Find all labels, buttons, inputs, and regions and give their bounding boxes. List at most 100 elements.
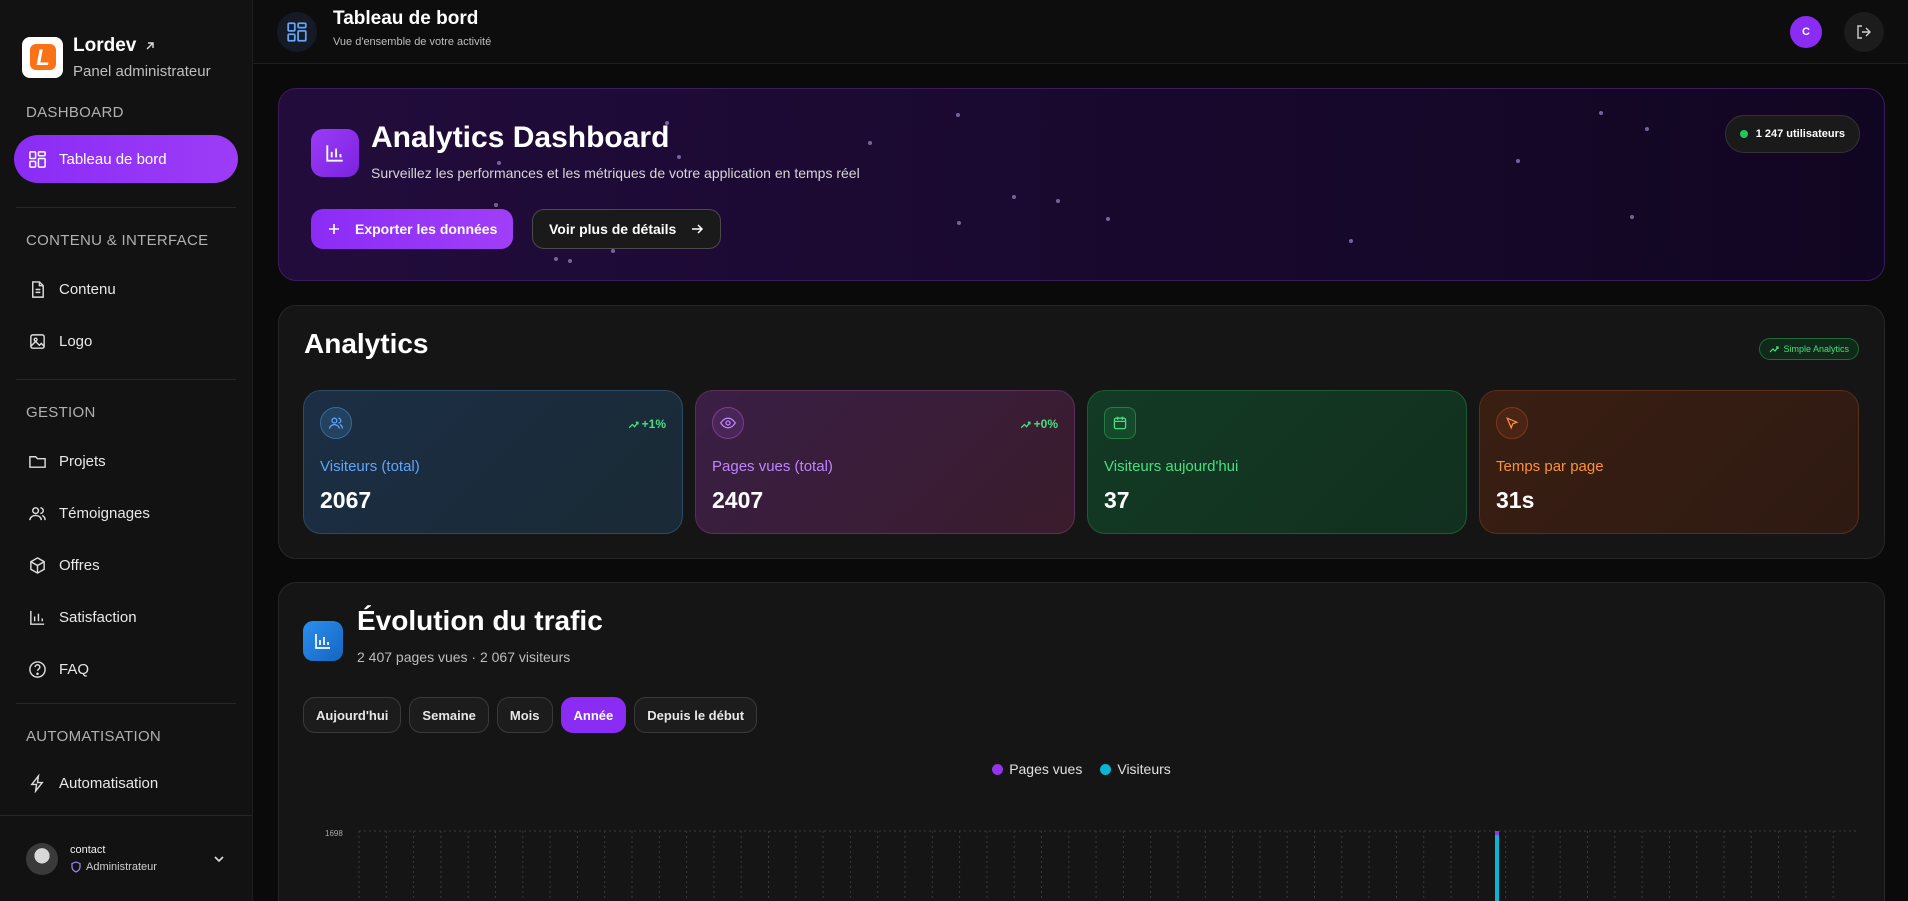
bar-chart-icon [303,621,343,661]
analytics-title: Analytics [304,328,429,359]
sidebar: L Lordev Panel administrateur DASHBOARD … [0,0,253,901]
user-role: Administrateur [86,861,157,873]
stat-value: 2407 [712,487,764,513]
users-icon [320,407,352,439]
help-circle-icon [29,660,46,678]
tab-year[interactable]: Année [560,697,627,733]
users-icon [29,506,46,520]
stat-card-time-per-page: Temps par page 31s [1479,390,1859,534]
legend-item-visitors[interactable]: Visiteurs [1100,761,1171,777]
grid-icon [29,150,46,168]
plus-icon [329,224,339,234]
online-users-badge: 1 247 utilisateurs [1724,115,1860,153]
hero-title: Analytics Dashboard [371,121,670,154]
bar-chart-icon [30,610,45,625]
trend-up-icon [1770,346,1780,353]
traffic-subtitle: 2 407 pages vues · 2 067 visiteurs [357,649,571,665]
sidebar-item-label: FAQ [59,660,90,678]
user-avatar-button[interactable]: C [1790,15,1822,48]
sidebar-item-label: Logo [59,332,93,350]
tab-all-time[interactable]: Depuis le début [634,697,758,733]
brand-logo: L [22,36,63,78]
section-title-contenu: CONTENU & INTERFACE [26,232,209,249]
logout-icon [1857,24,1871,39]
eye-icon [712,407,744,439]
analytics-card: Analytics Simple Analytics +1% Visiteurs… [278,305,1885,559]
box-icon [30,556,45,574]
main-content: Tableau de bord Vue d'ensemble de votre … [253,0,1908,901]
simple-analytics-badge[interactable]: Simple Analytics [1759,338,1859,360]
badge-label: Simple Analytics [1783,344,1849,354]
brand[interactable]: L Lordev Panel administrateur [0,0,252,94]
stat-label: Visiteurs (total) [320,458,420,475]
shield-icon [71,861,81,873]
legend-item-page-views[interactable]: Pages vues [992,761,1082,777]
trend-up-icon [628,421,639,428]
sidebar-item-satisfaction[interactable]: Satisfaction [14,593,238,641]
stat-card-visitors-total: +1% Visiteurs (total) 2067 [303,390,683,534]
view-details-button[interactable]: Voir plus de détails [532,209,722,249]
sidebar-item-label: Projets [59,452,106,470]
export-data-button[interactable]: Exporter les données [311,209,514,249]
bar-visitors-peak [1495,831,1499,901]
svg-text:L: L [36,45,49,70]
sidebar-item-temoignages[interactable]: Témoignages [14,489,238,537]
external-link-icon[interactable] [144,40,156,52]
section-title-automatisation: AUTOMATISATION [26,728,162,745]
traffic-chart: 1698 [325,829,1859,901]
brand-subtitle: Panel administrateur [73,62,211,80]
sidebar-item-label: Offres [59,556,100,574]
tab-month[interactable]: Mois [496,697,553,733]
tab-today[interactable]: Aujourd'hui [303,697,402,733]
chevron-down-icon[interactable] [212,852,226,866]
sidebar-item-faq[interactable]: FAQ [14,645,238,693]
sidebar-item-tableau-de-bord[interactable]: Tableau de bord [14,135,238,183]
brand-name: Lordev [73,34,137,56]
sidebar-item-contenu[interactable]: Contenu [14,265,238,313]
traffic-title: Évolution du trafic [357,605,603,636]
image-icon [30,333,45,349]
logout-button[interactable] [1844,11,1884,52]
tab-week[interactable]: Semaine [409,697,489,733]
dashboard-icon [277,11,317,52]
stat-trend: +0% [1020,417,1058,431]
legend-swatch [992,763,1004,775]
sidebar-item-offres[interactable]: Offres [14,541,238,589]
period-tabs: Aujourd'hui Semaine Mois Année Depuis le… [303,697,758,733]
sidebar-item-projets[interactable]: Projets [14,437,238,485]
sidebar-item-label: Contenu [59,280,116,298]
stat-label: Visiteurs aujourd'hui [1104,458,1239,475]
traffic-card: Évolution du trafic 2 407 pages vues · 2… [278,582,1885,901]
analytics-icon [311,129,359,177]
export-label: Exporter les données [355,221,498,237]
users-count: 1 247 utilisateurs [1755,128,1845,140]
calendar-icon [1104,407,1136,439]
trend-up-icon [1020,421,1031,428]
chart-legend: Pages vues Visiteurs [279,761,1884,777]
stat-trend: +1% [628,417,666,431]
status-dot [1739,130,1748,138]
user-menu[interactable]: contact Administrateur [0,815,252,901]
page-title: Tableau de bord [333,7,479,29]
sidebar-item-label: Satisfaction [59,608,137,626]
cursor-icon [1496,407,1528,439]
avatar [26,842,58,875]
stat-value: 37 [1104,487,1130,513]
sidebar-item-label: Automatisation [59,774,159,792]
sidebar-item-label: Témoignages [59,504,150,522]
stat-label: Pages vues (total) [712,458,833,475]
stat-label: Temps par page [1496,458,1604,475]
stat-card-page-views-total: +0% Pages vues (total) 2407 [695,390,1075,534]
sidebar-item-automatisation[interactable]: Automatisation [14,759,238,807]
details-label: Voir plus de détails [549,221,677,237]
hero-banner: Analytics Dashboard Surveillez les perfo… [278,88,1885,281]
stat-value: 2067 [320,487,372,513]
stat-card-visitors-today: Visiteurs aujourd'hui 37 [1087,390,1467,534]
topbar: Tableau de bord Vue d'ensemble de votre … [253,0,1908,64]
lightning-icon [30,773,44,793]
folder-icon [29,455,46,468]
sidebar-item-label: Tableau de bord [59,150,167,168]
y-axis-max-label: 1698 [325,829,343,838]
section-title-dashboard: DASHBOARD [26,104,124,121]
sidebar-item-logo[interactable]: Logo [14,317,238,365]
